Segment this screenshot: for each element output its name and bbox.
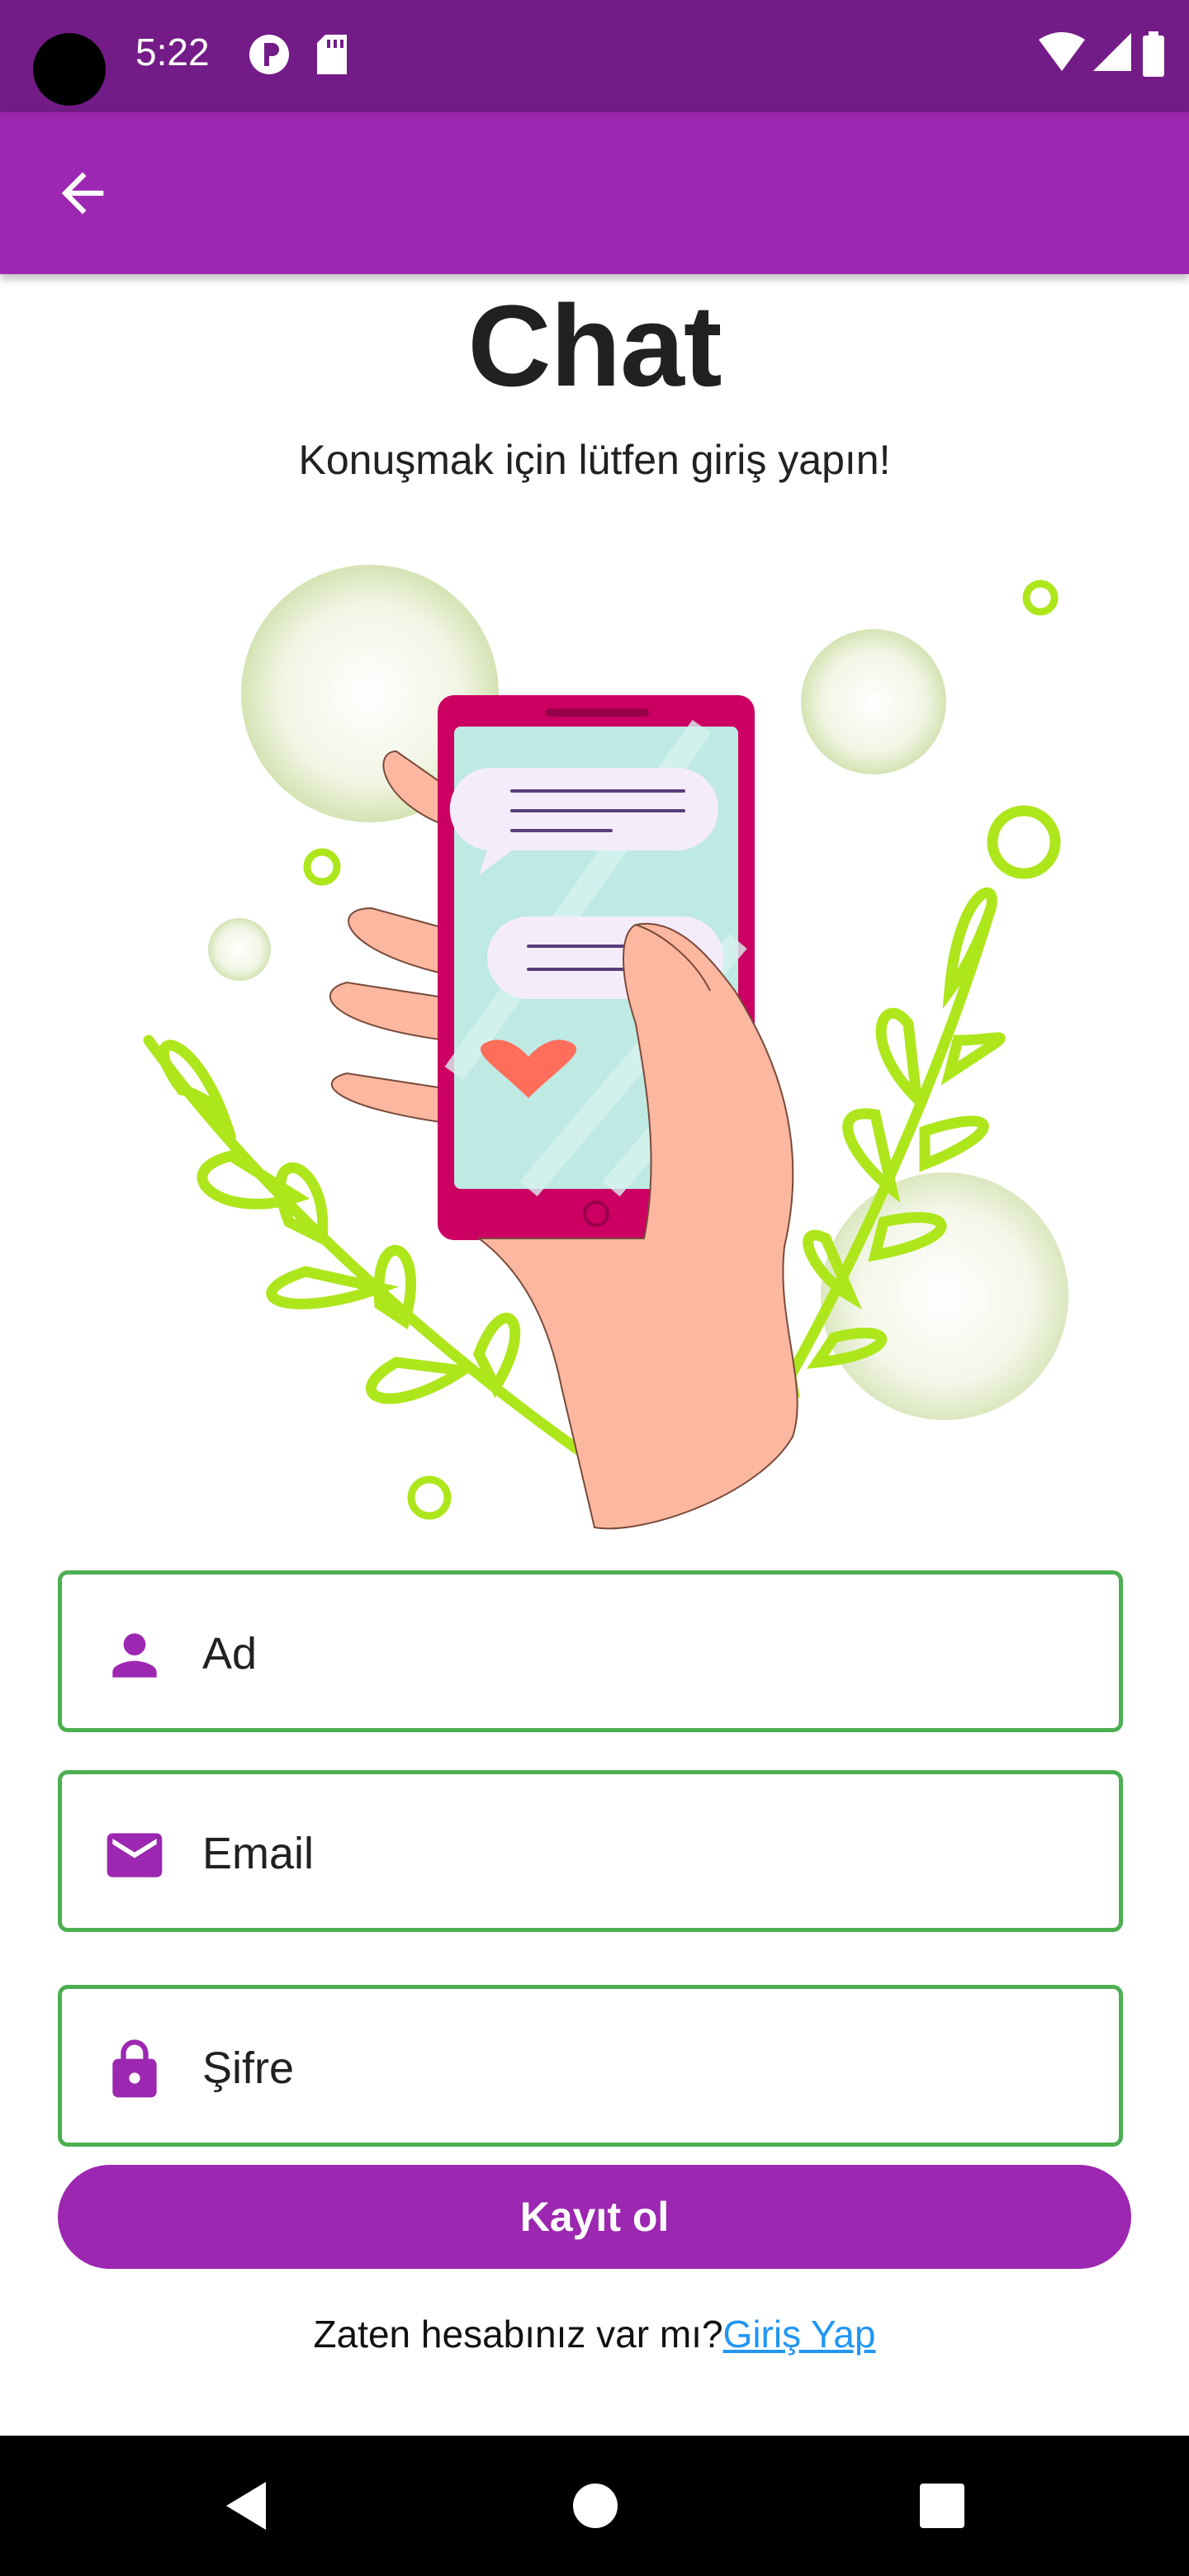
- back-triangle-icon[interactable]: [220, 2477, 277, 2535]
- data-saver-icon: [249, 35, 289, 74]
- page-title: Chat: [467, 281, 722, 410]
- login-question: Zaten hesabınız var mı?: [313, 2313, 723, 2356]
- password-input[interactable]: [201, 2022, 1096, 2114]
- wifi-icon: [1039, 32, 1085, 71]
- home-circle-icon[interactable]: [566, 2477, 624, 2535]
- status-time: 5:22: [135, 31, 210, 73]
- email-field[interactable]: [58, 1770, 1123, 1932]
- arrow-back-icon[interactable]: [51, 162, 114, 225]
- lock-icon: [112, 2039, 157, 2098]
- chat-phone-illustration: [143, 565, 1068, 1530]
- app-bar: [0, 112, 1189, 274]
- login-prompt: Zaten hesabınız var mı?Giriş Yap: [0, 2312, 1189, 2356]
- sd-card-icon: [317, 35, 347, 74]
- email-input[interactable]: [201, 1807, 1096, 1900]
- page-subtitle: Konuşmak için lütfen giriş yapın!: [298, 437, 891, 483]
- name-field[interactable]: [58, 1570, 1123, 1732]
- person-icon: [112, 1633, 157, 1678]
- system-nav-bar: [0, 2436, 1189, 2576]
- signal-icon: [1093, 33, 1131, 71]
- register-button[interactable]: Kayıt ol: [58, 2165, 1131, 2269]
- status-bar: 5:22: [0, 0, 1189, 112]
- recents-square-icon[interactable]: [913, 2477, 971, 2535]
- battery-icon: [1143, 31, 1164, 77]
- email-icon: [107, 1833, 163, 1878]
- camera-cutout: [33, 33, 106, 106]
- name-input[interactable]: [201, 1608, 1096, 1700]
- password-field[interactable]: [58, 1985, 1123, 2147]
- login-link[interactable]: Giriş Yap: [723, 2313, 876, 2356]
